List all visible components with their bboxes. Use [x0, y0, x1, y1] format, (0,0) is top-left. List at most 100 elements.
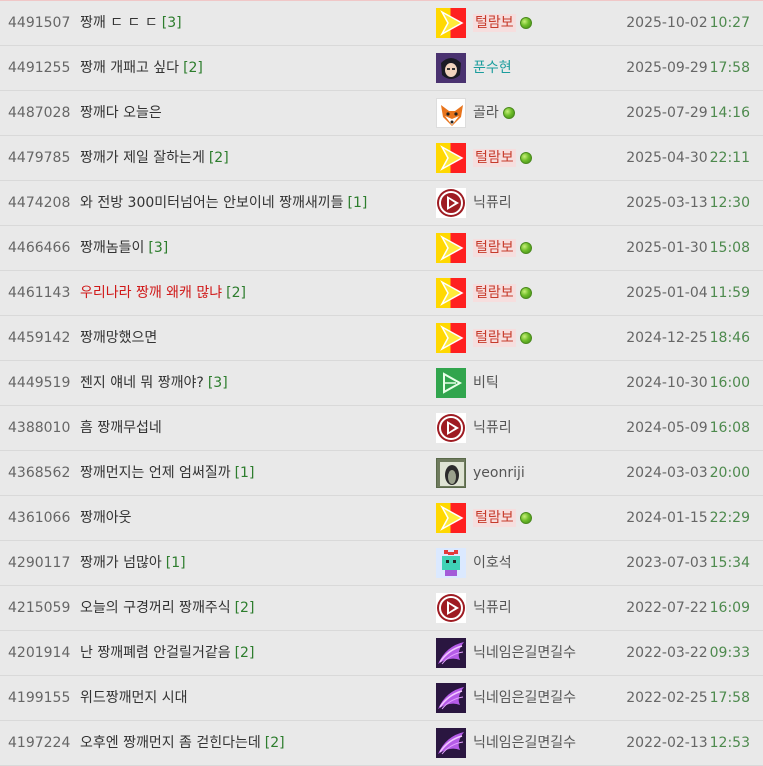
table-row[interactable]: 4479785 짱깨가 제일 잘하는게 [2] 털람보 2025-04-30 22:11 [0, 136, 763, 181]
post-title[interactable]: 난 짱깨폐렴 안걸릴거같음 [80, 645, 231, 661]
yellow-red-logo-icon[interactable] [436, 143, 466, 173]
post-title[interactable]: 젠지 얘네 뭐 짱깨야? [80, 375, 204, 391]
comment-count[interactable]: [3] [208, 375, 228, 391]
comment-count[interactable]: [3] [162, 15, 182, 31]
post-title-link[interactable]: 짱깨망했으면 [80, 316, 157, 360]
post-title[interactable]: 짱깨아웃 [80, 510, 132, 526]
red-play-circle-icon[interactable] [436, 413, 466, 443]
post-author[interactable]: 털람보 [436, 1, 532, 45]
post-title-link[interactable]: 우리나라 짱깨 왜캐 많냐 [2] [80, 271, 246, 315]
post-title[interactable]: 짱깨다 오늘은 [80, 105, 162, 121]
post-title[interactable]: 와 전방 300미터넘어는 안보이네 짱깨새끼들 [80, 195, 343, 211]
post-title-link[interactable]: 흠 짱깨무섭네 [80, 406, 162, 450]
comment-count[interactable]: [1] [347, 195, 367, 211]
author-nickname[interactable]: 털람보 [473, 329, 516, 347]
red-play-circle-icon[interactable] [436, 593, 466, 623]
post-title[interactable]: 짱깨먼지는 언제 엄써질까 [80, 465, 231, 481]
post-title-link[interactable]: 짱깨먼지는 언제 엄써질까 [1] [80, 451, 254, 495]
table-row[interactable]: 4449519 젠지 얘네 뭐 짱깨야? [3] 비틱 2024-10-30 16:00 [0, 361, 763, 406]
author-nickname[interactable]: 닉퓨리 [473, 406, 512, 450]
post-title[interactable]: 오늘의 구경꺼리 짱깨주식 [80, 600, 231, 616]
author-nickname[interactable]: 닉네임은길면길수 [473, 721, 576, 765]
author-nickname[interactable]: 털람보 [473, 239, 516, 257]
post-title-link[interactable]: 짱깨 ㄷ ㄷ ㄷ [3] [80, 1, 182, 45]
table-row[interactable]: 4199155 위드짱깨먼지 시대 닉네임은길면길수 2022-02-25 17:58 [0, 676, 763, 721]
table-row[interactable]: 4459142 짱깨망했으면 털람보 2024-12-25 18:46 [0, 316, 763, 361]
author-nickname[interactable]: 털람보 [473, 509, 516, 527]
pixel-character-icon[interactable] [436, 548, 466, 578]
author-nickname[interactable]: yeonriji [473, 451, 525, 495]
post-title[interactable]: 위드짱깨먼지 시대 [80, 690, 188, 706]
post-title-link[interactable]: 오늘의 구경꺼리 짱깨주식 [2] [80, 586, 254, 630]
comment-count[interactable]: [2] [209, 150, 229, 166]
photo-frame-icon[interactable] [436, 458, 466, 488]
post-author[interactable]: 닉네임은길면길수 [436, 676, 576, 720]
post-author[interactable]: 털람보 [436, 136, 532, 180]
yellow-red-logo-icon[interactable] [436, 503, 466, 533]
comment-count[interactable]: [1] [166, 555, 186, 571]
post-author[interactable]: yeonriji [436, 451, 525, 495]
post-author[interactable]: 털람보 [436, 496, 532, 540]
table-row[interactable]: 4487028 짱깨다 오늘은 골라 2025-07-29 14:16 [0, 91, 763, 136]
comment-count[interactable]: [2] [265, 735, 285, 751]
yellow-red-logo-icon[interactable] [436, 233, 466, 263]
table-row[interactable]: 4461143 우리나라 짱깨 왜캐 많냐 [2] 털람보 2025-01-04 11:5… [0, 271, 763, 316]
post-title-link[interactable]: 짱깨가 넘많아 [1] [80, 541, 186, 585]
post-title[interactable]: 흠 짱깨무섭네 [80, 420, 162, 436]
table-row[interactable]: 4197224 오후엔 짱깨먼지 좀 걷힌다는데 [2] 닉네임은길면길수 2022-0… [0, 721, 763, 766]
post-title[interactable]: 오후엔 짱깨먼지 좀 걷힌다는데 [80, 735, 261, 751]
post-author[interactable]: 닉퓨리 [436, 181, 512, 225]
author-nickname[interactable]: 닉네임은길면길수 [473, 631, 576, 675]
comment-count[interactable]: [2] [183, 60, 203, 76]
comment-count[interactable]: [2] [235, 600, 255, 616]
post-author[interactable]: 푼수현 [436, 46, 512, 90]
post-author[interactable]: 털람보 [436, 226, 532, 270]
post-title-link[interactable]: 짱깨다 오늘은 [80, 91, 162, 135]
author-nickname[interactable]: 털람보 [473, 149, 516, 167]
post-author[interactable]: 닉네임은길면길수 [436, 631, 576, 675]
post-title-link[interactable]: 와 전방 300미터넘어는 안보이네 짱깨새끼들 [1] [80, 181, 367, 225]
comment-count[interactable]: [2] [226, 285, 246, 301]
post-title-link[interactable]: 짱깨 개패고 싶다 [2] [80, 46, 203, 90]
yellow-red-logo-icon[interactable] [436, 8, 466, 38]
post-author[interactable]: 닉네임은길면길수 [436, 721, 576, 765]
author-nickname[interactable]: 털람보 [473, 14, 516, 32]
table-row[interactable]: 4368562 짱깨먼지는 언제 엄써질까 [1] yeonriji 2024-03-0… [0, 451, 763, 496]
table-row[interactable]: 4290117 짱깨가 넘많아 [1] 이호석 2023-07-03 15:34 [0, 541, 763, 586]
comment-count[interactable]: [3] [148, 240, 168, 256]
post-title[interactable]: 짱깨 ㄷ ㄷ ㄷ [80, 15, 158, 31]
post-title-link[interactable]: 위드짱깨먼지 시대 [80, 676, 188, 720]
post-title[interactable]: 우리나라 짱깨 왜캐 많냐 [80, 285, 222, 301]
post-author[interactable]: 닉퓨리 [436, 406, 512, 450]
post-title[interactable]: 짱깨놈들이 [80, 240, 144, 256]
post-title[interactable]: 짱깨 개패고 싶다 [80, 60, 179, 76]
post-author[interactable]: 닉퓨리 [436, 586, 512, 630]
author-nickname[interactable]: 닉퓨리 [473, 586, 512, 630]
post-title-link[interactable]: 젠지 얘네 뭐 짱깨야? [3] [80, 361, 228, 405]
post-author[interactable]: 이호석 [436, 541, 512, 585]
post-title[interactable]: 짱깨망했으면 [80, 330, 157, 346]
post-title-link[interactable]: 짱깨가 제일 잘하는게 [2] [80, 136, 229, 180]
purple-wing-icon[interactable] [436, 728, 466, 758]
red-play-circle-icon[interactable] [436, 188, 466, 218]
post-author[interactable]: 털람보 [436, 316, 532, 360]
comment-count[interactable]: [2] [235, 645, 255, 661]
author-nickname[interactable]: 골라 [473, 91, 499, 135]
table-row[interactable]: 4474208 와 전방 300미터넘어는 안보이네 짱깨새끼들 [1] 닉퓨리 202… [0, 181, 763, 226]
post-title-link[interactable]: 난 짱깨폐렴 안걸릴거같음 [2] [80, 631, 254, 675]
post-title-link[interactable]: 짱깨아웃 [80, 496, 132, 540]
table-row[interactable]: 4491255 짱깨 개패고 싶다 [2] 푼수현 2025-09-29 17:58 [0, 46, 763, 91]
yellow-red-logo-icon[interactable] [436, 278, 466, 308]
author-nickname[interactable]: 비틱 [473, 361, 499, 405]
post-title-link[interactable]: 짱깨놈들이 [3] [80, 226, 168, 270]
purple-wing-icon[interactable] [436, 683, 466, 713]
table-row[interactable]: 4388010 흠 짱깨무섭네 닉퓨리 2024-05-09 16:08 [0, 406, 763, 451]
yellow-red-logo-icon[interactable] [436, 323, 466, 353]
fox-face-icon[interactable] [436, 98, 466, 128]
author-nickname[interactable]: 닉네임은길면길수 [473, 676, 576, 720]
table-row[interactable]: 4491507 짱깨 ㄷ ㄷ ㄷ [3] 털람보 2025-10-02 10:27 [0, 1, 763, 46]
table-row[interactable]: 4215059 오늘의 구경꺼리 짱깨주식 [2] 닉퓨리 2022-07-22 16:0… [0, 586, 763, 631]
table-row[interactable]: 4201914 난 짱깨폐렴 안걸릴거같음 [2] 닉네임은길면길수 2022-03-2… [0, 631, 763, 676]
post-title[interactable]: 짱깨가 넘많아 [80, 555, 162, 571]
post-author[interactable]: 골라 [436, 91, 515, 135]
